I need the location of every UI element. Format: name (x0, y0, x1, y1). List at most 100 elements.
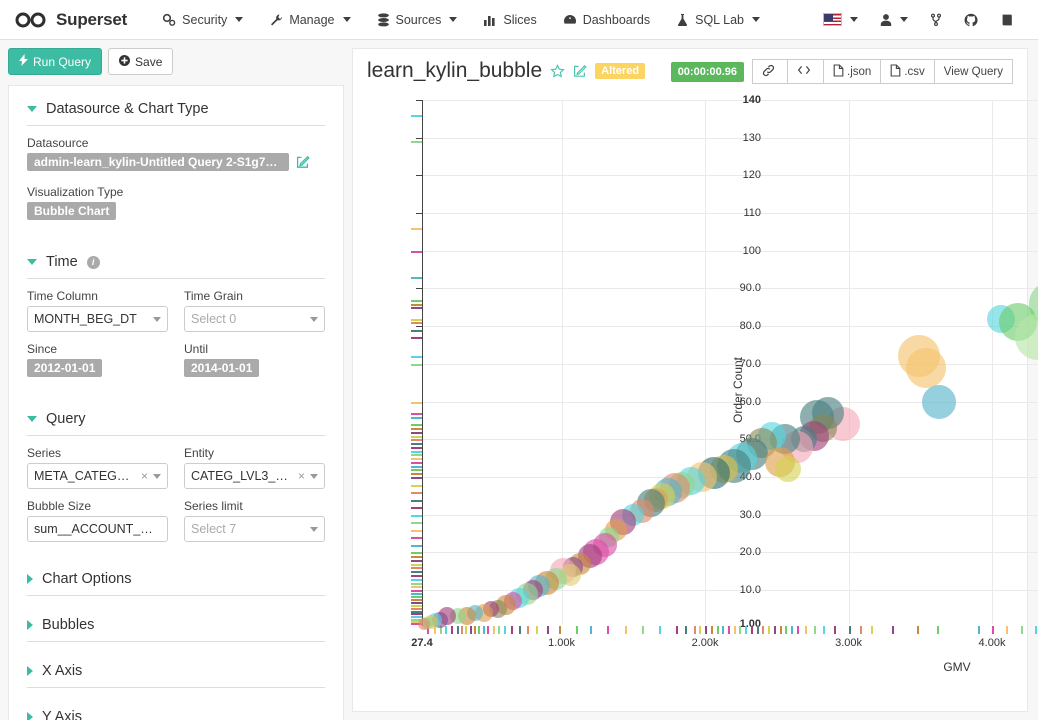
query-timer: 00:00:00.96 (671, 62, 744, 82)
clear-icon[interactable]: × (293, 469, 310, 483)
y-rug-mark (411, 537, 422, 539)
x-rug-mark (917, 626, 919, 634)
database-icon (377, 13, 390, 27)
y-rug-mark (411, 356, 422, 358)
x-rug-mark (791, 626, 793, 634)
y-rug-mark (411, 300, 422, 302)
time-grain-select[interactable]: Select 0 (184, 306, 325, 332)
github-link[interactable] (954, 0, 988, 40)
nav-item-slices[interactable]: Slices (470, 0, 549, 40)
docs-link[interactable] (990, 0, 1024, 40)
gridline-vertical (992, 100, 993, 624)
nav-item-manage[interactable]: Manage (256, 0, 363, 40)
section-header-x-axis[interactable]: X Axis (27, 652, 325, 688)
x-rug-mark (474, 626, 476, 634)
y-rug-mark (411, 564, 422, 566)
save-button[interactable]: Save (108, 48, 173, 75)
section-header-query[interactable]: Query (27, 400, 325, 436)
x-rug-mark (739, 626, 741, 634)
x-rug-mark (849, 626, 851, 634)
bubble-size-row: Bubble Size sum__ACCOUNT_BUYER Series li… (27, 499, 325, 542)
x-rug-mark (483, 626, 485, 634)
section-header-y-axis[interactable]: Y Axis (27, 698, 325, 720)
file-csv-icon (890, 64, 901, 80)
series-limit-placeholder: Select 7 (191, 522, 310, 536)
gridline-vertical (849, 100, 850, 624)
nav-item-label: Sources (396, 13, 442, 27)
bubble-chart-plot: Order Count GMV 1.0010.020.030.040.050.0… (367, 90, 1038, 690)
clear-icon[interactable]: × (136, 469, 153, 483)
y-rug-mark (411, 466, 422, 468)
section-header-datasource[interactable]: Datasource & Chart Type (27, 90, 325, 126)
star-outline-icon[interactable] (550, 64, 565, 79)
y-axis-tick-label: 20.0 (701, 546, 761, 558)
export-csv-button[interactable]: .csv (880, 59, 933, 84)
bubble-point[interactable] (922, 385, 956, 419)
x-rug-mark (511, 626, 513, 634)
nav-item-sql-lab[interactable]: SQL Lab (663, 0, 773, 40)
y-axis-line (422, 100, 423, 626)
bubble-point[interactable] (775, 456, 801, 482)
x-rug-mark (785, 626, 787, 634)
y-rug-mark (411, 462, 422, 464)
chevron-down-icon (850, 17, 858, 22)
y-axis-tick-label: 110 (701, 207, 761, 219)
chart-header: learn_kylin_bubble Altered 00:00:00 (367, 59, 1013, 84)
bubble-size-select[interactable]: sum__ACCOUNT_BUYER (27, 516, 168, 542)
y-rug-mark (411, 522, 422, 524)
user-menu[interactable] (870, 0, 918, 40)
caret-down-icon (27, 416, 37, 422)
y-rug-mark (411, 458, 422, 460)
caret-down-icon (27, 106, 37, 112)
since-value[interactable]: 2012-01-01 (27, 359, 102, 377)
brand[interactable]: Superset (14, 10, 127, 30)
nav-item-dashboards[interactable]: Dashboards (550, 0, 663, 40)
x-rug-mark (722, 626, 724, 634)
section-title: Y Axis (42, 709, 82, 720)
export-json-label: .json (847, 66, 871, 78)
datasource-value[interactable]: admin-learn_kylin-Untitled Query 2-S1g7K… (27, 153, 289, 171)
section-header-chart-options[interactable]: Chart Options (27, 560, 325, 596)
y-rug-mark (411, 556, 422, 558)
y-rug-mark (411, 545, 422, 547)
x-rug-mark (768, 626, 770, 634)
git-branch-link[interactable] (920, 0, 952, 40)
series-select[interactable]: META_CATEG_N… × (27, 463, 168, 489)
x-rug-mark (734, 626, 736, 634)
view-query-button[interactable]: View Query (934, 59, 1013, 84)
caret-right-icon (27, 666, 33, 676)
y-rug-mark (411, 364, 422, 366)
edit-square-icon[interactable] (296, 155, 310, 169)
share-link-button[interactable] (752, 59, 787, 84)
section-time: Time i Time Column MONTH_BEG_DT Time Gra… (9, 243, 343, 382)
nav-item-label: Security (182, 13, 227, 27)
series-limit-select[interactable]: Select 7 (184, 516, 325, 542)
book-icon (1000, 13, 1014, 27)
edit-square-icon[interactable] (573, 64, 587, 78)
y-rug-mark (411, 402, 422, 404)
export-json-button[interactable]: .json (823, 59, 880, 84)
lightning-bolt-icon (19, 54, 28, 69)
time-column-select[interactable]: MONTH_BEG_DT (27, 306, 168, 332)
section-header-time[interactable]: Time i (27, 243, 325, 279)
chevron-down-icon (235, 17, 243, 22)
until-value[interactable]: 2014-01-01 (184, 359, 259, 377)
run-query-button[interactable]: Run Query (8, 48, 102, 75)
nav-item-security[interactable]: Security (149, 0, 256, 40)
viz-type-value[interactable]: Bubble Chart (27, 202, 116, 220)
bubble-point[interactable] (906, 348, 946, 388)
bubble-point[interactable] (418, 618, 430, 630)
entity-select[interactable]: CATEG_LVL3_N… × (184, 463, 325, 489)
nav-item-sources[interactable]: Sources (364, 0, 471, 40)
embed-code-button[interactable] (787, 59, 823, 84)
language-selector[interactable] (813, 0, 868, 40)
x-rug-mark (487, 626, 489, 634)
x-axis-tick-label: 2.00k (692, 637, 719, 649)
datasource-label: Datasource (27, 136, 325, 150)
y-axis-tick-label: 120 (701, 169, 761, 181)
y-rug-mark (411, 500, 422, 502)
x-rug-mark (470, 626, 472, 634)
section-header-bubbles[interactable]: Bubbles (27, 606, 325, 642)
info-icon[interactable]: i (87, 256, 100, 269)
x-rug-mark (659, 626, 661, 634)
